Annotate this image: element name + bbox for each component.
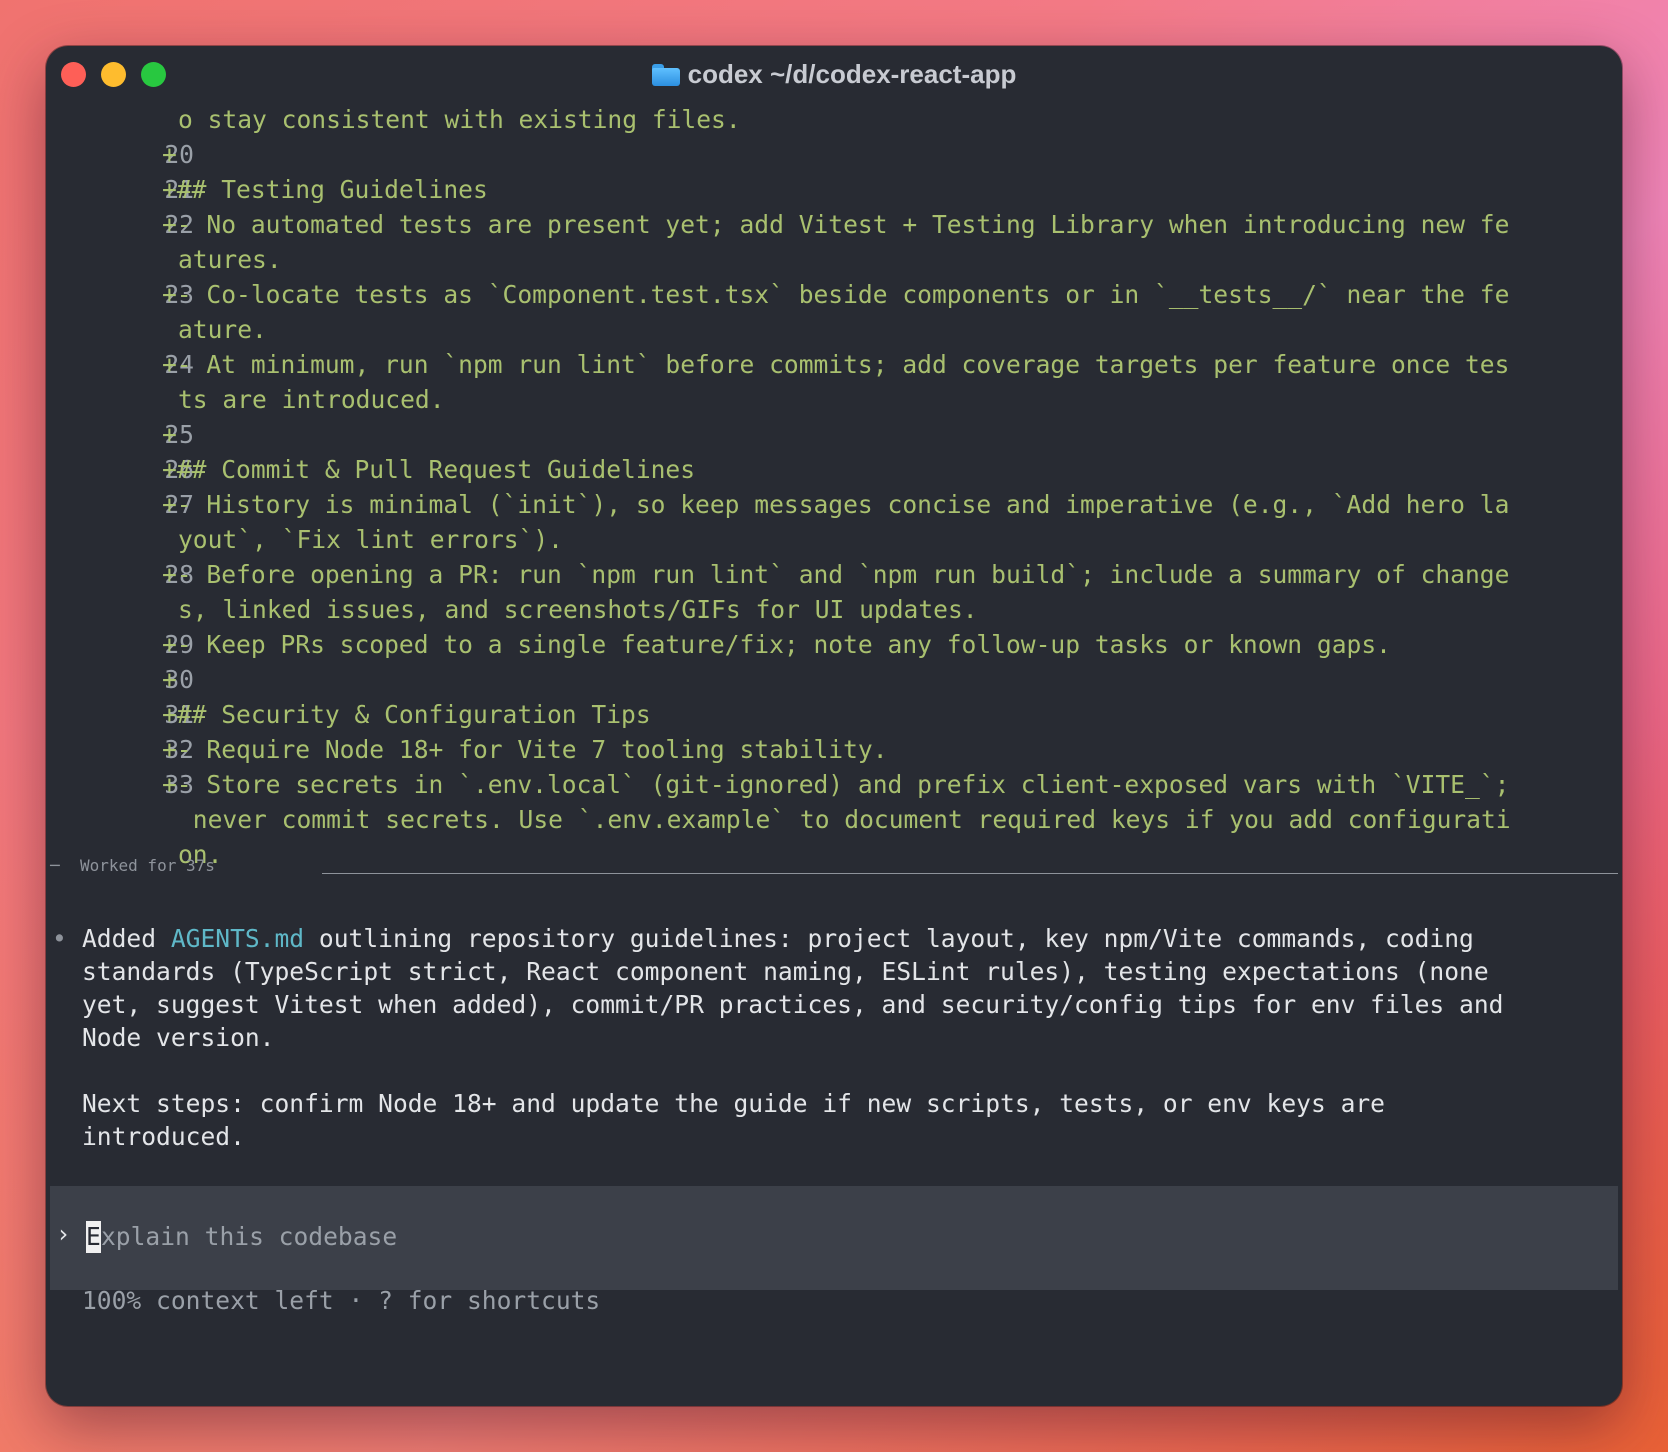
worked-divider: ─ Worked for 37s: [46, 856, 1622, 891]
prompt-input[interactable]: › E xplain this codebase: [50, 1186, 1618, 1290]
diff-line-text: +- Keep PRs scoped to a single feature/f…: [162, 630, 1391, 659]
diff-line-text: yout`, `Fix lint errors`).: [178, 525, 563, 554]
diff-line-text: +- Store secrets in `.env.local` (git-ig…: [162, 770, 1510, 799]
window-title: codex ~/d/codex-react-app: [46, 58, 1622, 90]
diff-line: 24 +- At minimum, run `npm run lint` befo…: [46, 347, 1622, 382]
line-number: 30: [164, 665, 194, 694]
diff-line: 29 +- Keep PRs scoped to a single feature…: [46, 627, 1622, 662]
diff-line: 23 +- Co-locate tests as `Component.test.…: [46, 277, 1622, 312]
diff-line-text: +: [162, 140, 177, 169]
diff-line: 30 +: [46, 662, 1622, 697]
diff-line: 32 +- Require Node 18+ for Vite 7 tooling…: [46, 732, 1622, 767]
diff-line-text: +- History is minimal (`init`), so keep …: [162, 490, 1510, 519]
diff-line-text: o stay consistent with existing files.: [178, 105, 741, 134]
diff-line: s, linked issues, and screenshots/GIFs f…: [46, 592, 1622, 627]
diff-line-text: +## Testing Guidelines: [162, 175, 488, 204]
diff-line: o stay consistent with existing files.: [46, 102, 1622, 137]
window-title-text: codex ~/d/codex-react-app: [687, 59, 1017, 89]
worked-label: Worked for 37s: [80, 856, 215, 875]
diff-line-text: never commit secrets. Use `.env.example`…: [178, 805, 1511, 834]
diff-line: 31 +## Security & Configuration Tips: [46, 697, 1622, 732]
cursor-char: E: [86, 1222, 101, 1251]
diff-line: never commit secrets. Use `.env.example`…: [46, 802, 1622, 837]
diff-line: 33 +- Store secrets in `.env.local` (git-…: [46, 767, 1622, 802]
diff-line: atures.: [46, 242, 1622, 277]
diff-line: 28 +- Before opening a PR: run `npm run l…: [46, 557, 1622, 592]
diff-line: ts are introduced.: [46, 382, 1622, 417]
diff-line-text: +: [162, 420, 177, 449]
next-steps-line: Next steps: confirm Node 18+ and update …: [82, 1089, 1385, 1118]
diff-line: 25 +: [46, 417, 1622, 452]
diff-line: 22 +- No automated tests are present yet;…: [46, 207, 1622, 242]
summary-line: yet, suggest Vitest when added), commit/…: [82, 990, 1504, 1019]
diff-line-text: ts are introduced.: [178, 385, 445, 414]
terminal-output: o stay consistent with existing files. 20…: [46, 102, 1622, 872]
diff-line: ature.: [46, 312, 1622, 347]
title-bar[interactable]: codex ~/d/codex-react-app: [46, 46, 1622, 102]
agents-md-link[interactable]: AGENTS.md: [171, 924, 304, 953]
summary-line: standards (TypeScript strict, React comp…: [82, 957, 1489, 986]
summary-line: Added AGENTS.md outlining repository gui…: [82, 924, 1474, 953]
diff-line-text: +- Co-locate tests as `Component.test.ts…: [162, 280, 1510, 309]
diff-line-text: +- At minimum, run `npm run lint` before…: [162, 350, 1510, 379]
diff-line-text: +## Commit & Pull Request Guidelines: [162, 455, 696, 484]
terminal-window[interactable]: codex ~/d/codex-react-app o stay consist…: [46, 46, 1622, 1406]
diff-line-text: +- No automated tests are present yet; a…: [162, 210, 1510, 239]
diff-line: 21 +## Testing Guidelines: [46, 172, 1622, 207]
input-placeholder: xplain this codebase: [101, 1222, 398, 1251]
divider-rule: [322, 873, 1618, 874]
line-number: 25: [164, 420, 194, 449]
diff-view: o stay consistent with existing files. 20…: [46, 102, 1622, 872]
diff-line-text: +: [162, 665, 177, 694]
folder-icon: [651, 64, 680, 86]
diff-line-text: +- Before opening a PR: run `npm run lin…: [162, 560, 1510, 589]
status-footer: 100% context left · ? for shortcuts: [82, 1286, 601, 1315]
diff-line-text: s, linked issues, and screenshots/GIFs f…: [178, 595, 978, 624]
diff-line-text: +- Require Node 18+ for Vite 7 tooling s…: [162, 735, 888, 764]
bullet-icon: •: [52, 924, 67, 953]
diff-line-text: ature.: [178, 315, 267, 344]
summary-line: Node version.: [82, 1023, 275, 1052]
diff-line-text: +## Security & Configuration Tips: [162, 700, 651, 729]
diff-line: 26 +## Commit & Pull Request Guidelines: [46, 452, 1622, 487]
diff-line: 27 +- History is minimal (`init`), so kee…: [46, 487, 1622, 522]
diff-line-text: atures.: [178, 245, 282, 274]
next-steps-line: introduced.: [82, 1122, 245, 1151]
diff-line: 20 +: [46, 137, 1622, 172]
prompt-chevron-icon: ›: [56, 1220, 71, 1248]
line-number: 20: [164, 140, 194, 169]
diff-line: yout`, `Fix lint errors`).: [46, 522, 1622, 557]
